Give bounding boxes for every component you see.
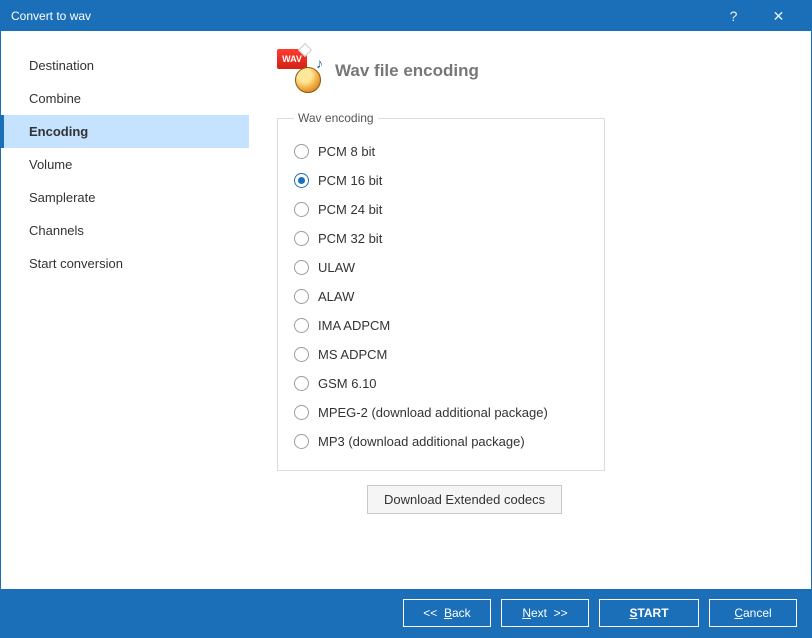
footer: << Back Next >> START Cancel [1, 589, 811, 637]
wav-file-icon: WAV ♪ [277, 49, 321, 93]
radio-icon [294, 144, 309, 159]
radio-label: MPEG-2 (download additional package) [318, 405, 548, 420]
download-extended-codecs-button[interactable]: Download Extended codecs [367, 485, 562, 514]
start-button[interactable]: START [599, 599, 699, 627]
wav-badge-icon: WAV [277, 49, 307, 69]
sidebar-item-destination[interactable]: Destination [1, 49, 249, 82]
wav-encoding-fieldset: Wav encoding PCM 8 bit PCM 16 bit PCM 24… [277, 111, 605, 471]
content: Destination Combine Encoding Volume Samp… [1, 31, 811, 589]
sidebar-item-volume[interactable]: Volume [1, 148, 249, 181]
radio-icon [294, 434, 309, 449]
radio-ms-adpcm[interactable]: MS ADPCM [294, 340, 588, 369]
radio-icon [294, 318, 309, 333]
start-button-label: S [629, 606, 637, 620]
radio-icon [294, 202, 309, 217]
titlebar: Convert to wav ? ✕ [1, 1, 811, 31]
radio-label: PCM 8 bit [318, 144, 375, 159]
sidebar-item-label: Channels [29, 223, 84, 238]
radio-label: ALAW [318, 289, 354, 304]
radio-label: MP3 (download additional package) [318, 434, 525, 449]
next-button[interactable]: Next >> [501, 599, 589, 627]
radio-icon [294, 289, 309, 304]
radio-label: PCM 24 bit [318, 202, 382, 217]
next-button-label: N [522, 606, 531, 620]
sidebar-item-label: Volume [29, 157, 72, 172]
radio-pcm-32-bit[interactable]: PCM 32 bit [294, 224, 588, 253]
radio-ima-adpcm[interactable]: IMA ADPCM [294, 311, 588, 340]
sidebar: Destination Combine Encoding Volume Samp… [1, 31, 249, 589]
radio-mpeg-2[interactable]: MPEG-2 (download additional package) [294, 398, 588, 427]
radio-label: PCM 32 bit [318, 231, 382, 246]
cancel-button[interactable]: Cancel [709, 599, 797, 627]
page-title: Wav file encoding [335, 61, 479, 81]
main-panel: WAV ♪ Wav file encoding Wav encoding PCM… [249, 31, 811, 589]
radio-label: MS ADPCM [318, 347, 387, 362]
page-header: WAV ♪ Wav file encoding [277, 49, 783, 93]
radio-ulaw[interactable]: ULAW [294, 253, 588, 282]
radio-gsm-610[interactable]: GSM 6.10 [294, 369, 588, 398]
radio-label: IMA ADPCM [318, 318, 390, 333]
window-title: Convert to wav [11, 9, 711, 23]
sidebar-item-channels[interactable]: Channels [1, 214, 249, 247]
help-icon[interactable]: ? [711, 1, 756, 31]
music-note-icon: ♪ [316, 55, 323, 71]
radio-label: GSM 6.10 [318, 376, 377, 391]
cancel-button-label: C [734, 606, 743, 620]
sidebar-item-encoding[interactable]: Encoding [1, 115, 249, 148]
radio-alaw[interactable]: ALAW [294, 282, 588, 311]
sidebar-item-label: Destination [29, 58, 94, 73]
fieldset-legend: Wav encoding [294, 111, 378, 125]
sidebar-item-label: Start conversion [29, 256, 123, 271]
radio-icon [294, 173, 309, 188]
radio-icon [294, 347, 309, 362]
close-icon[interactable]: ✕ [756, 1, 801, 31]
sidebar-item-samplerate[interactable]: Samplerate [1, 181, 249, 214]
radio-pcm-8-bit[interactable]: PCM 8 bit [294, 137, 588, 166]
radio-icon [294, 376, 309, 391]
back-button-label: B [444, 606, 452, 620]
sidebar-item-combine[interactable]: Combine [1, 82, 249, 115]
radio-icon [294, 260, 309, 275]
back-button[interactable]: << Back [403, 599, 491, 627]
radio-pcm-16-bit[interactable]: PCM 16 bit [294, 166, 588, 195]
sidebar-item-label: Samplerate [29, 190, 95, 205]
radio-icon [294, 405, 309, 420]
sidebar-item-start-conversion[interactable]: Start conversion [1, 247, 249, 280]
radio-icon [294, 231, 309, 246]
sidebar-item-label: Encoding [29, 124, 88, 139]
radio-mp3[interactable]: MP3 (download additional package) [294, 427, 588, 456]
radio-pcm-24-bit[interactable]: PCM 24 bit [294, 195, 588, 224]
radio-label: ULAW [318, 260, 355, 275]
sidebar-item-label: Combine [29, 91, 81, 106]
radio-label: PCM 16 bit [318, 173, 382, 188]
